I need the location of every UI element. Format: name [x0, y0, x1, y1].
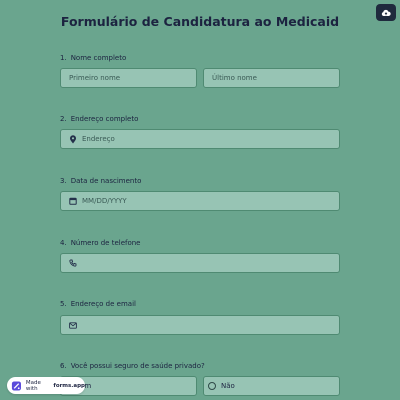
forms-app-logo-icon — [11, 380, 21, 391]
badge-brand: forms.app — [53, 382, 85, 389]
radio-button[interactable] — [208, 382, 216, 390]
calendar-icon — [64, 192, 82, 210]
cloud-upload-icon — [381, 9, 391, 16]
first-name-placeholder: Primeiro nome — [69, 74, 121, 82]
first-name-input[interactable]: Primeiro nome — [60, 68, 197, 88]
option-no-label: Não — [221, 382, 235, 390]
badge-prefix: Made with — [25, 379, 41, 392]
option-no[interactable]: Não — [203, 376, 340, 396]
question-number: 4. — [60, 239, 67, 247]
question-text: Você possui seguro de saúde privado? — [70, 362, 205, 370]
forms-app-badge[interactable]: Made with forms.app — [7, 377, 85, 394]
question-4-label: 4. Número de telefone — [60, 239, 141, 247]
question-number: 2. — [60, 115, 67, 123]
address-input[interactable]: Endereço — [60, 129, 340, 149]
location-pin-icon — [64, 130, 82, 148]
question-text: Endereço completo — [70, 115, 139, 123]
upload-button[interactable] — [376, 4, 396, 21]
question-5-label: 5. Endereço de email — [60, 300, 136, 308]
question-text: Nome completo — [70, 54, 127, 62]
question-text: Endereço de email — [70, 300, 136, 308]
question-1-label: 1. Nome completo — [60, 54, 126, 62]
birthdate-input[interactable]: MM/DD/YYYY — [60, 191, 340, 211]
phone-input[interactable] — [60, 253, 340, 273]
form-title: Formulário de Candidatura ao Medicaid — [60, 14, 340, 29]
birthdate-placeholder: MM/DD/YYYY — [82, 197, 127, 205]
question-number: 1. — [60, 54, 67, 62]
phone-icon — [64, 254, 82, 272]
question-number: 5. — [60, 300, 67, 308]
question-number: 6. — [60, 362, 67, 370]
question-3-label: 3. Data de nascimento — [60, 177, 141, 185]
address-placeholder: Endereço — [82, 135, 115, 143]
question-6-label: 6. Você possui seguro de saúde privado? — [60, 362, 205, 370]
question-2-label: 2. Endereço completo — [60, 115, 138, 123]
question-text: Número de telefone — [70, 239, 141, 247]
mail-icon — [64, 316, 82, 334]
question-number: 3. — [60, 177, 67, 185]
question-text: Data de nascimento — [70, 177, 142, 185]
last-name-placeholder: Último nome — [212, 74, 257, 82]
email-input[interactable] — [60, 315, 340, 335]
last-name-input[interactable]: Último nome — [203, 68, 340, 88]
